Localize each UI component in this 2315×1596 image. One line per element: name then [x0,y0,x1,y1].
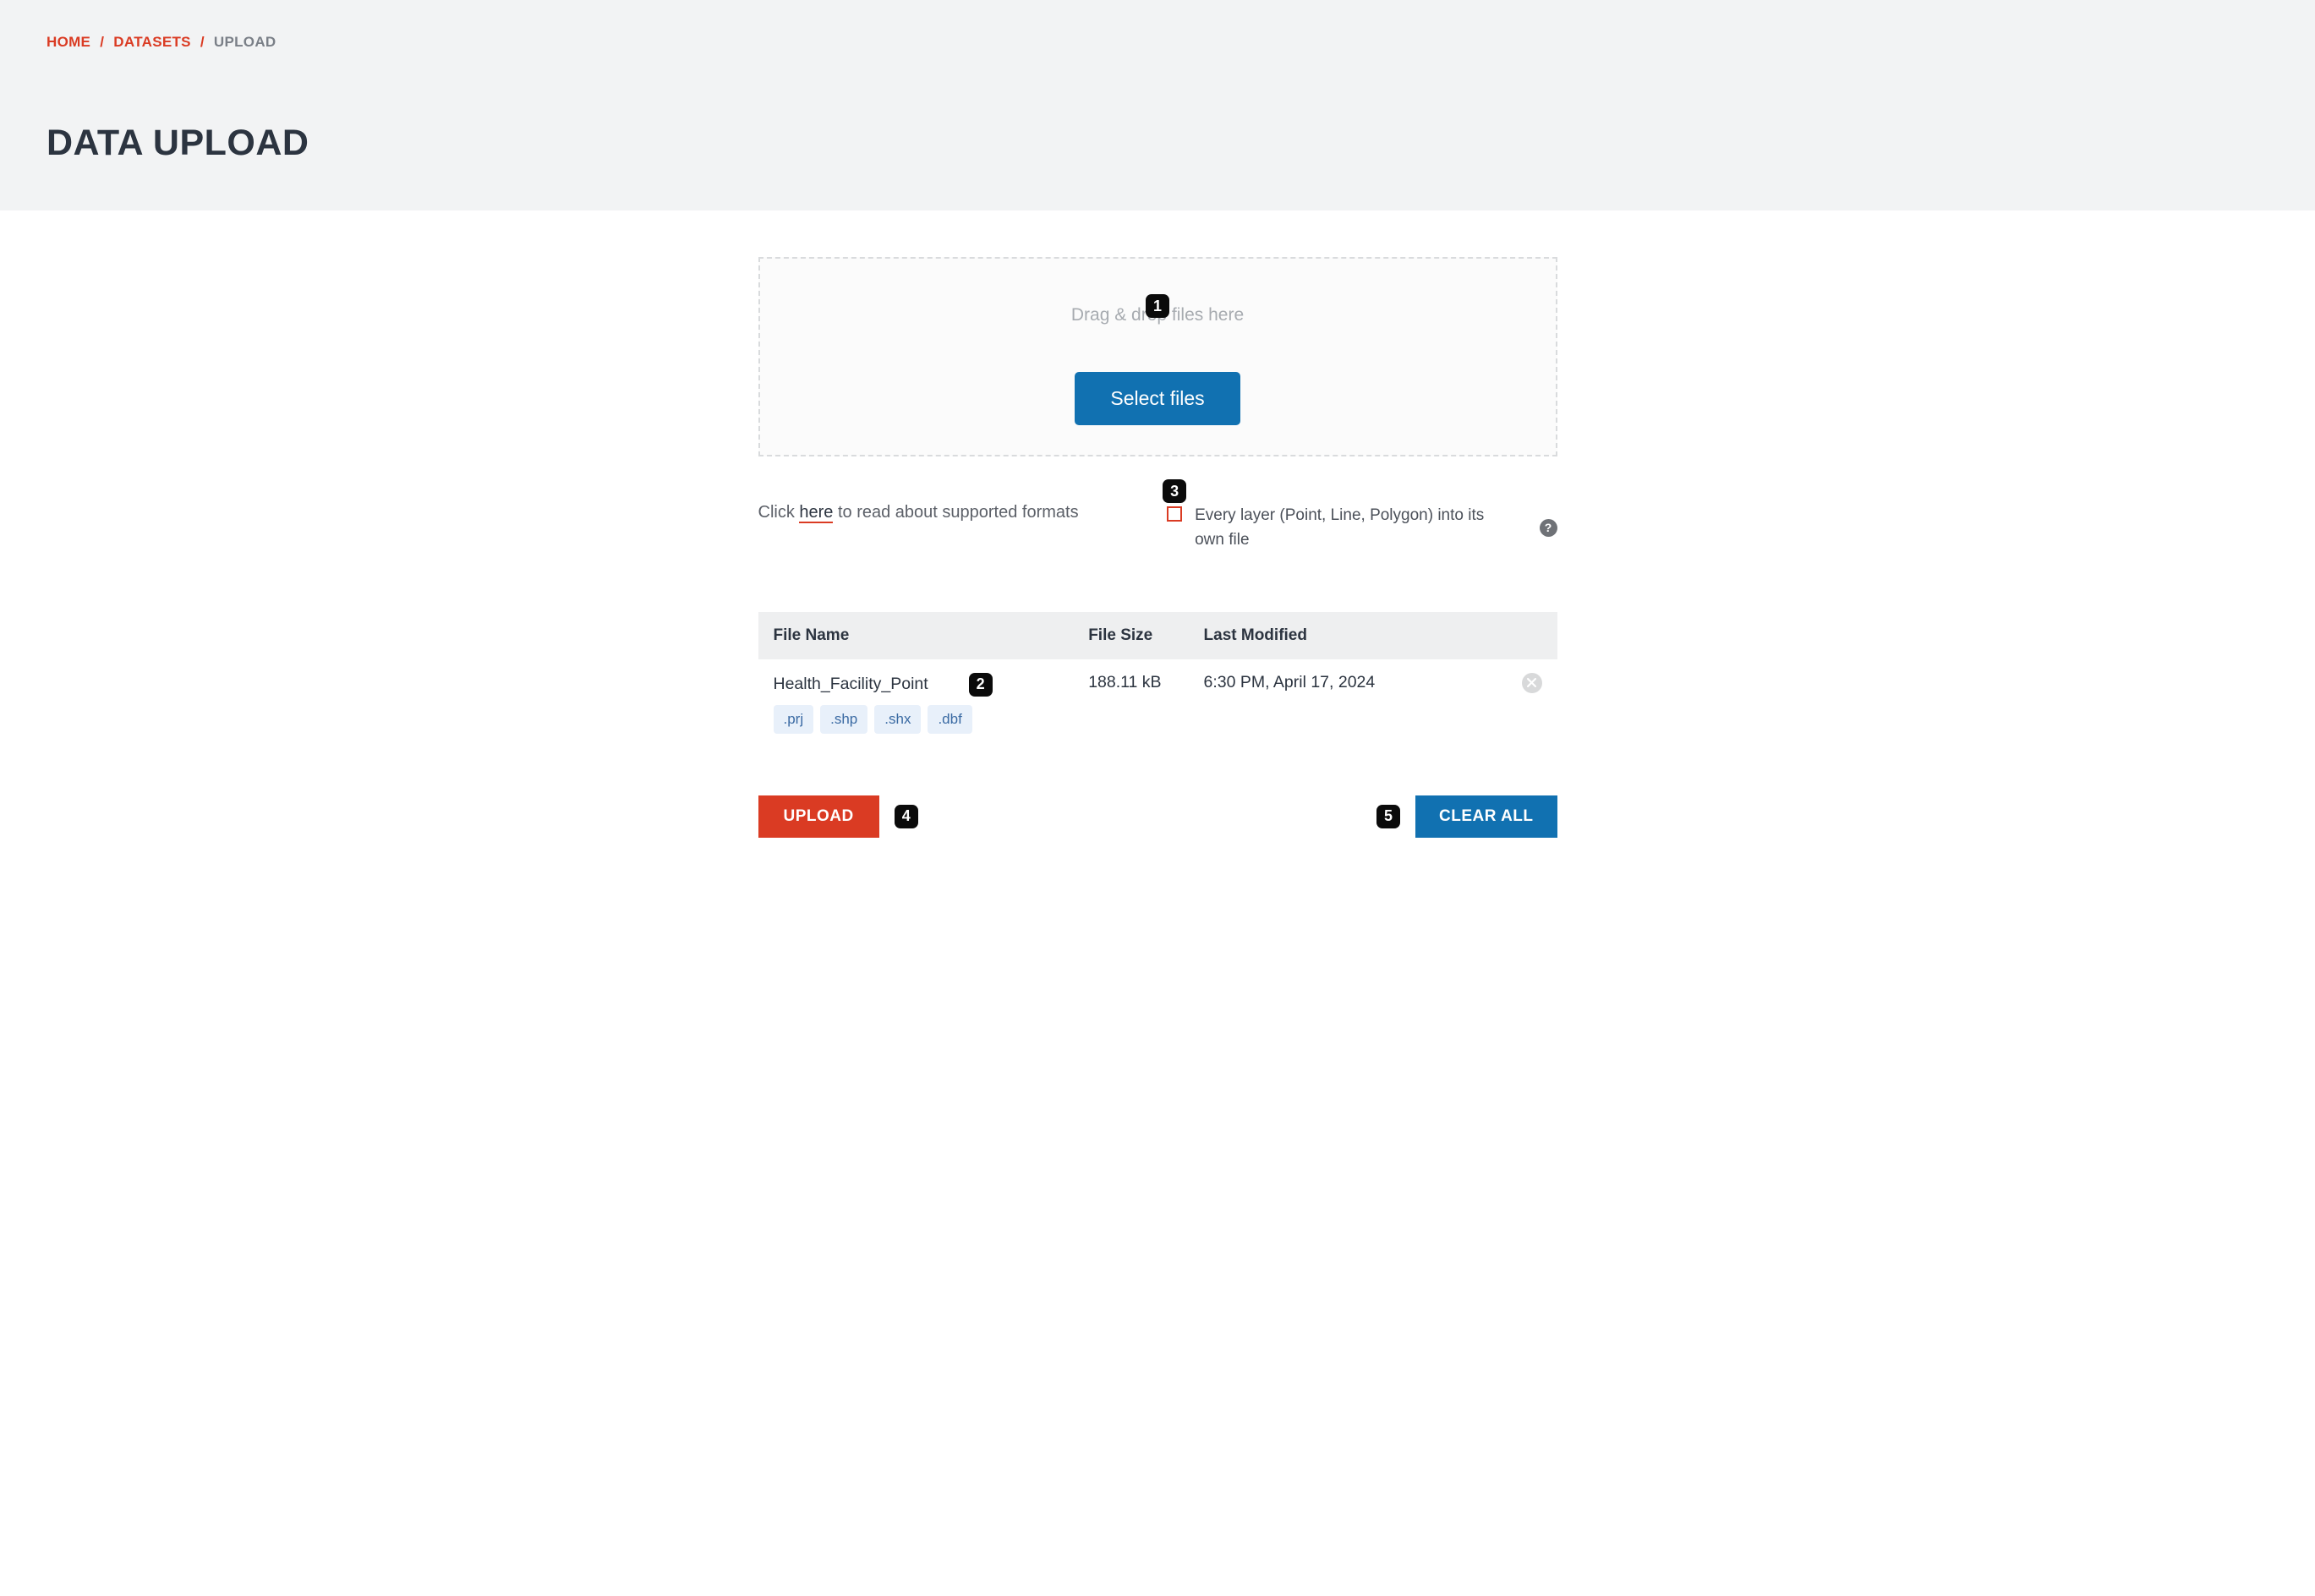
close-icon [1527,678,1536,687]
upload-button[interactable]: UPLOAD [758,795,879,838]
supported-prefix: Click [758,503,800,522]
file-name: Health_Facility_Point [774,675,928,694]
file-size: 188.11 kB [1088,673,1203,692]
ext-chip: .prj [774,705,814,734]
breadcrumb: HOME / DATASETS / UPLOAD [47,34,2268,51]
file-extensions: .prj .shp .shx .dbf [774,705,1089,734]
annotation-badge-5: 5 [1376,805,1400,828]
file-table-header: File Name File Size Last Modified [758,612,1557,659]
select-files-button[interactable]: Select files [1075,372,1240,425]
annotation-badge-1: 1 [1146,294,1169,318]
th-last-modified: Last Modified [1204,626,1500,645]
breadcrumb-sep: / [200,34,205,50]
ext-chip: .shp [820,705,867,734]
layer-option-label: Every layer (Point, Line, Polygon) into … [1195,503,1499,553]
file-modified: 6:30 PM, April 17, 2024 [1204,673,1500,692]
annotation-badge-3: 3 [1163,479,1186,503]
annotation-badge-2: 2 [969,673,993,697]
th-file-size: File Size [1088,626,1203,645]
header-band: HOME / DATASETS / UPLOAD DATA UPLOAD [0,0,2315,210]
supported-formats-text: Click here to read about supported forma… [758,503,1142,522]
breadcrumb-current: UPLOAD [214,34,276,50]
clear-all-button[interactable]: CLEAR ALL [1415,795,1557,838]
supported-suffix: to read about supported formats [833,503,1078,522]
table-row: Health_Facility_Point 2 .prj .shp .shx .… [758,659,1557,749]
ext-chip: .shx [874,705,921,734]
remove-file-button[interactable] [1522,673,1542,693]
ext-chip: .dbf [928,705,971,734]
supported-formats-link[interactable]: here [799,503,833,523]
file-table: File Name File Size Last Modified Health… [758,612,1557,749]
breadcrumb-datasets[interactable]: DATASETS [113,34,191,50]
options-row: Click here to read about supported forma… [758,503,1557,553]
help-icon[interactable]: ? [1540,519,1557,537]
page-title: DATA UPLOAD [47,123,2268,164]
dropzone[interactable]: 1 Drag & drop files here Select files [758,257,1557,456]
layer-checkbox[interactable] [1167,506,1182,522]
annotation-badge-4: 4 [895,805,918,828]
breadcrumb-sep: / [100,34,104,50]
actions-row: UPLOAD 4 5 CLEAR ALL [758,795,1557,872]
breadcrumb-home[interactable]: HOME [47,34,90,50]
th-file-name: File Name [774,626,1089,645]
content: 1 Drag & drop files here Select files Cl… [742,257,1574,872]
layer-option: 3 Every layer (Point, Line, Polygon) int… [1167,503,1557,553]
